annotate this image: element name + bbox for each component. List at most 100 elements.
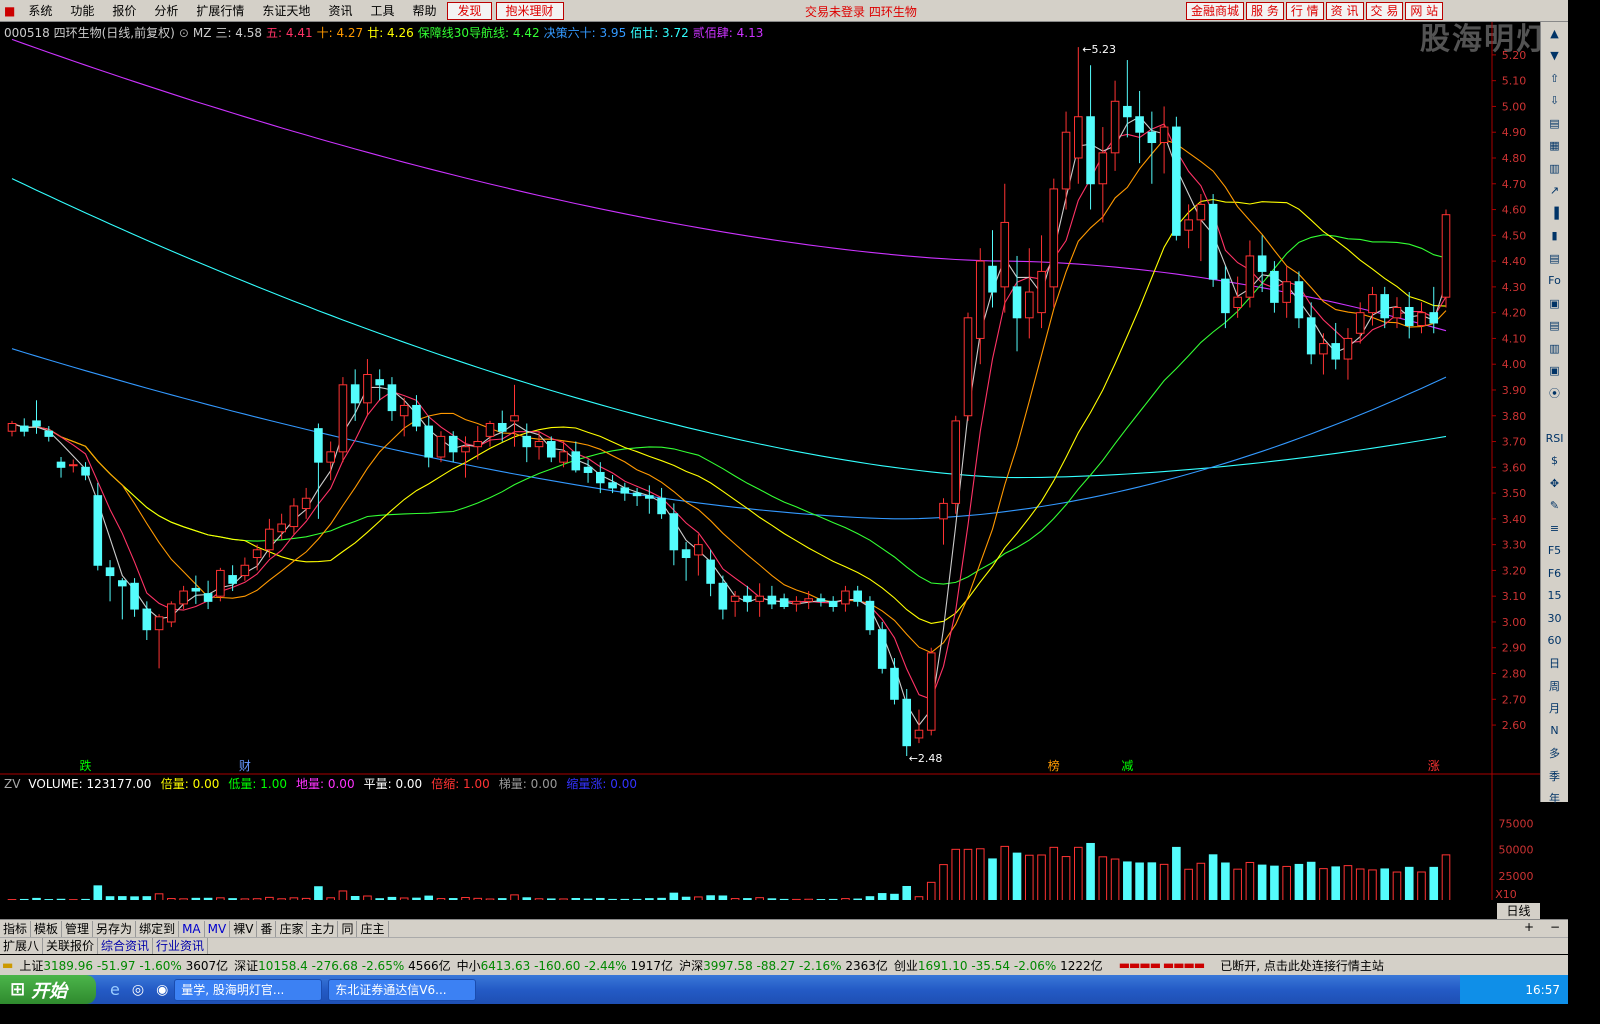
taskbar-item[interactable]: 量学, 股海明灯官... [174,978,323,1001]
menu-item[interactable]: 帮助 [403,0,445,22]
ie-icon[interactable]: e [110,980,120,999]
toolbar-icon[interactable]: ⇧ [1541,67,1568,90]
remove-icon[interactable]: − [1550,920,1560,934]
toolbar-icon[interactable]: ▮ [1541,225,1568,248]
toolbar-icon[interactable]: RSI [1541,427,1568,450]
index-quote[interactable]: 上证3189.96 -51.97 -1.60% 3607亿 [19,957,228,974]
toolbar-icon[interactable]: ▲ [1541,22,1568,45]
event-marker[interactable]: 涨 [1428,758,1440,773]
toolbar-icon[interactable]: ▼ [1541,45,1568,68]
menu-item[interactable]: 功能 [61,0,103,22]
system-tray: 16:57 [1460,975,1568,1004]
indicator-tab[interactable]: 指标 [0,920,32,937]
toolbar-icon[interactable]: ⇩ [1541,90,1568,113]
indicator-tab[interactable]: MV [205,920,231,937]
dropdown-icon[interactable]: ⊙ [179,26,189,40]
menu-item[interactable]: 工具 [361,0,403,22]
kline-chart[interactable]: 5.20 5.10 5.00 4.90 4.80 4.70 4.60 4.50 4.40 4.30… [0,22,1540,900]
period-button[interactable]: 多 [1541,742,1568,765]
event-marker[interactable]: 榜 [1048,758,1060,773]
period-button[interactable]: 年 [1541,787,1568,810]
indicator-tab[interactable]: 模板 [31,920,63,937]
indicator-tab[interactable]: 主力 [307,920,339,937]
menu-item[interactable]: 资讯 [319,0,361,22]
candle [975,260,985,339]
toolbar-icon[interactable]: ▣ [1541,360,1568,383]
event-marker[interactable]: 跌 [80,758,92,773]
menu-item[interactable]: 扩展行情 [187,0,253,22]
toolbar-icon[interactable]: ✥ [1541,472,1568,495]
price-tick-label: 4.00 [1502,358,1527,371]
indicator-tab[interactable]: 同 [338,920,358,937]
toolbar-icon[interactable]: ▥ [1541,157,1568,180]
toolbar-icon[interactable]: ↗ [1541,180,1568,203]
menu-item[interactable]: 系统 [19,0,61,22]
top-nav-button[interactable]: 金融商城 [1186,2,1245,20]
toolbar-icon[interactable]: $ [1541,450,1568,473]
taskbar-item[interactable]: 东北证券通达信V6... [328,978,477,1001]
indicator-tab[interactable]: 裸V [230,920,258,937]
period-button[interactable]: 季 [1541,765,1568,788]
top-nav-button[interactable]: 服 务 [1246,2,1284,20]
top-nav-button[interactable]: 行 情 [1285,2,1324,20]
toolbar-icon[interactable]: ≡ [1541,517,1568,540]
toolbar-icon[interactable]: Fo [1541,270,1568,293]
toolbar-icon[interactable]: ⦿ [1541,382,1568,405]
toolbar-icon[interactable]: ▦ [1541,135,1568,158]
event-marker[interactable]: 减 [1121,759,1133,773]
add-icon[interactable]: + [1524,920,1534,934]
indicator-tab[interactable]: 庄家 [276,920,308,937]
info-tab[interactable]: 关联报价 [43,938,99,954]
info-tab[interactable]: 行业资讯 [153,938,209,954]
period-button[interactable]: 日 [1541,652,1568,675]
toolbar-icon[interactable]: ▤ [1541,112,1568,135]
info-tab[interactable]: 综合资讯 [98,938,154,954]
index-quote[interactable]: 创业1691.10 -35.54 -2.06% 1222亿 [894,957,1103,974]
connection-status[interactable]: 已断开, 点击此处连接行情主站 [1220,957,1384,974]
period-label[interactable]: 日线 [1497,903,1540,919]
menu-item-highlight[interactable]: 抱米理财 [495,1,564,20]
toolbar-icon[interactable]: ▤ [1541,315,1568,338]
start-button[interactable]: ⊞ 开始 [0,975,96,1004]
toolbar-icon[interactable]: ✎ [1541,495,1568,518]
period-button[interactable]: N [1541,720,1568,743]
event-marker[interactable]: 财 [239,759,251,773]
media-icon[interactable]: ◉ [156,982,168,998]
period-button[interactable]: 周 [1541,675,1568,698]
menu-item-highlight[interactable]: 发现 [447,1,492,20]
index-quote[interactable]: 深证10158.4 -276.68 -2.65% 4566亿 [234,957,450,974]
toolbar-icon[interactable]: ▤ [1541,247,1568,270]
toolbar-icon[interactable] [1541,405,1568,428]
toolbar-icon[interactable]: F6 [1541,562,1568,585]
volume-bar [1184,868,1193,900]
indicator-tab[interactable]: 另存为 [93,920,137,937]
menu-item[interactable]: 东证天地 [253,0,319,22]
candle [424,425,434,458]
info-tab[interactable]: 扩展八 [0,938,44,954]
indicator-tab[interactable]: 绑定到 [136,920,180,937]
index-quote[interactable]: 沪深3997.58 -88.27 -2.16% 2363亿 [679,957,888,974]
toolbar-icon[interactable]: ▥ [1541,337,1568,360]
index-quote[interactable]: 中小6413.63 -160.60 -2.44% 1917亿 [457,957,673,974]
top-nav-button[interactable]: 交 易 [1365,2,1404,20]
volume-bar [363,895,372,900]
clock[interactable]: 16:57 [1525,983,1560,997]
menu-item[interactable]: 报价 [103,0,145,22]
period-button[interactable]: 月 [1541,697,1568,720]
period-button[interactable]: 15 [1541,585,1568,608]
volume-tick-label: 25000 [1499,870,1534,883]
toolbar-icon[interactable]: ▣ [1541,292,1568,315]
toolbar-icon[interactable]: ▐ [1541,202,1568,225]
indicator-tab[interactable]: MA [179,920,205,937]
indicator-tab[interactable]: 管理 [62,920,94,937]
top-nav-button[interactable]: 资 讯 [1325,2,1364,20]
period-button[interactable]: 30 [1541,607,1568,630]
show-desktop-icon[interactable]: ◎ [132,982,144,998]
period-button[interactable]: 60 [1541,630,1568,653]
indicator-tab[interactable]: 番 [257,920,277,937]
indicator-tab[interactable]: 庄主 [357,920,389,937]
candle [767,595,777,605]
menu-item[interactable]: 分析 [145,0,187,22]
volume-legend-item: 梯量: 0.00 [499,777,558,791]
toolbar-icon[interactable]: F5 [1541,540,1568,563]
